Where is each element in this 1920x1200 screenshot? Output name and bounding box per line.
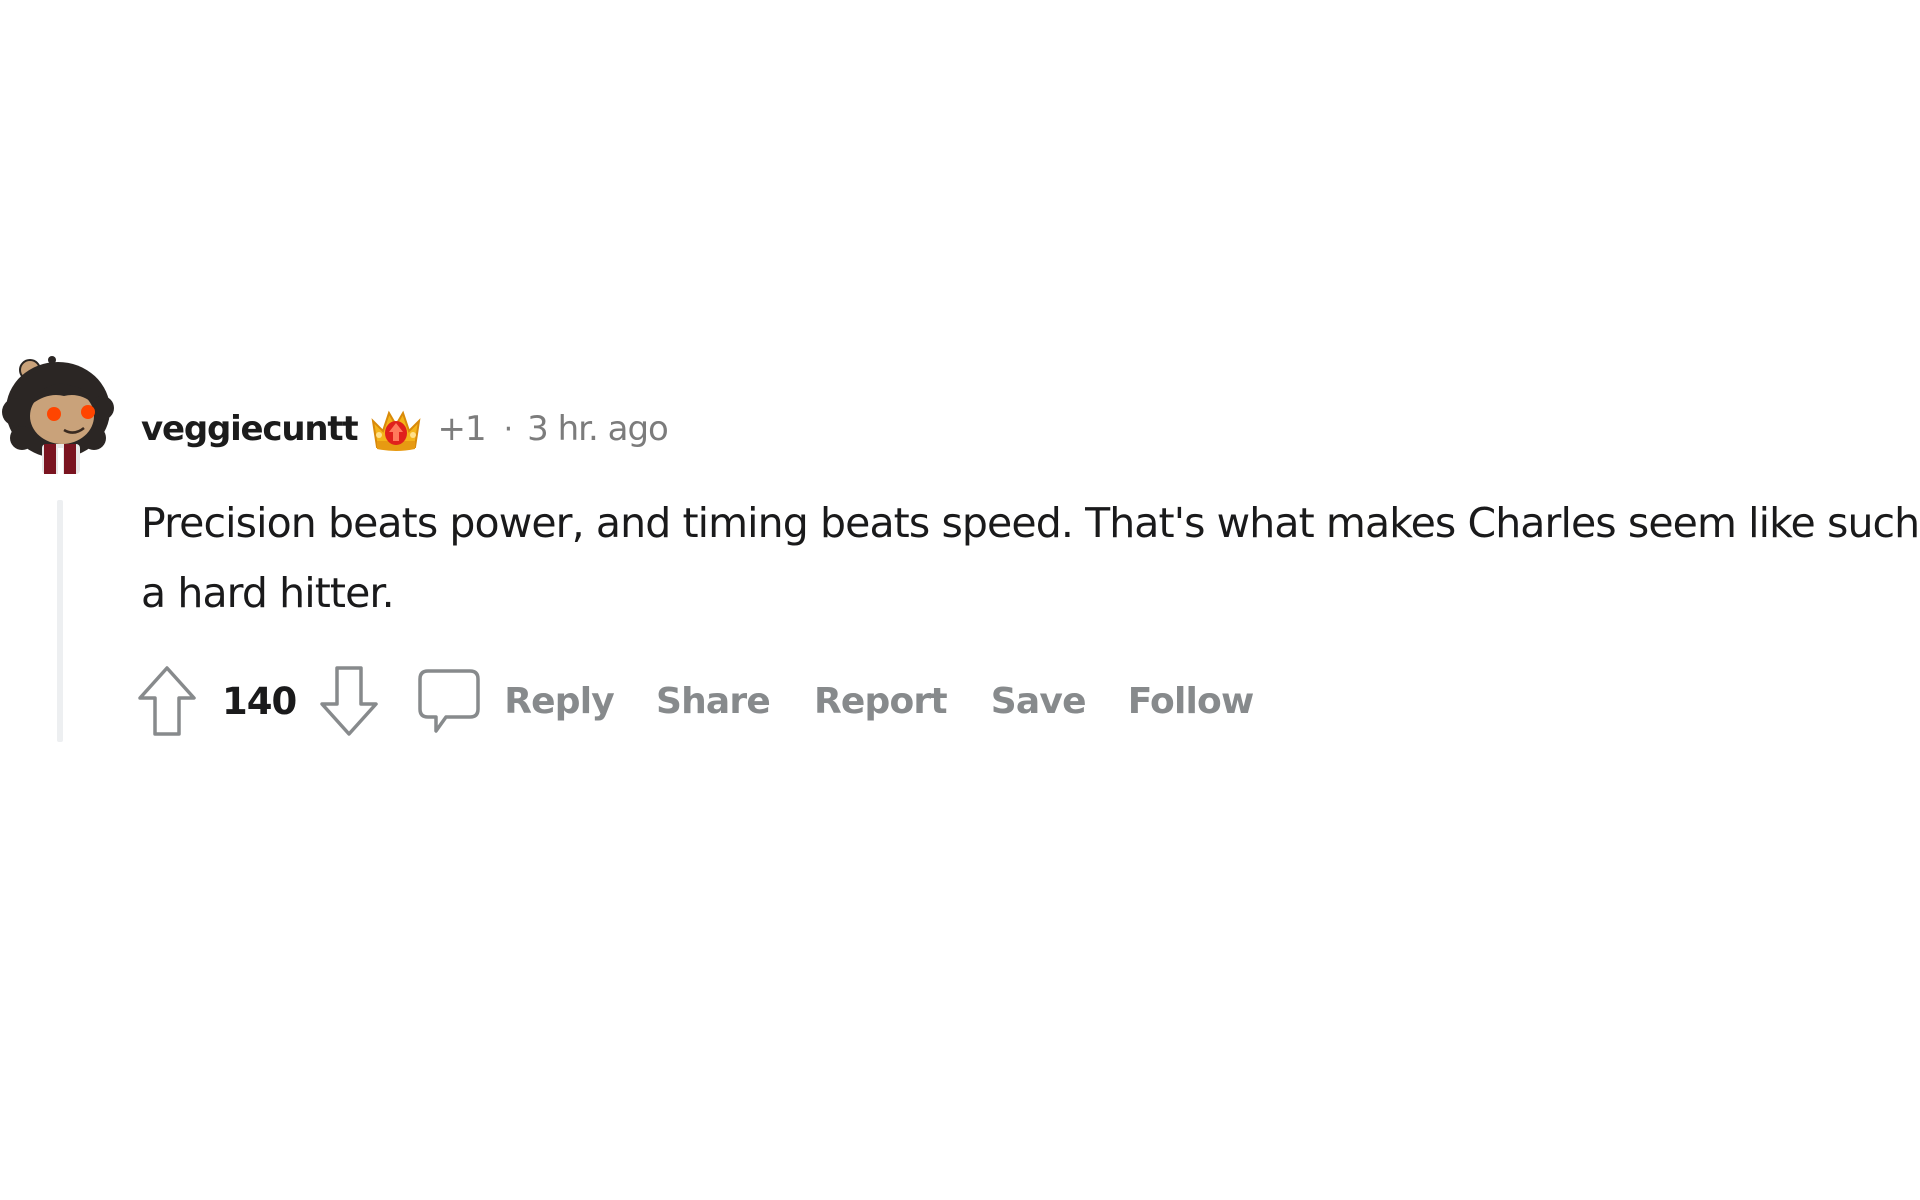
meta-separator: ·	[503, 411, 514, 447]
comment-timestamp[interactable]: 3 hr. ago	[527, 409, 669, 449]
avatar[interactable]	[2, 352, 114, 476]
upvote-arrow-icon[interactable]	[136, 664, 198, 738]
award-count[interactable]: +1	[437, 409, 486, 449]
vote-score: 140	[222, 679, 297, 723]
comment-meta: veggiecuntt +1 · 3 hr. ago	[141, 404, 669, 454]
reply-button[interactable]: Reply	[504, 681, 615, 722]
comment-body: Precision beats power, and timing beats …	[141, 499, 1920, 617]
username-link[interactable]: veggiecuntt	[141, 409, 359, 449]
thread-collapse-line[interactable]	[57, 500, 63, 742]
snoo-avatar-icon	[2, 356, 114, 474]
comment-bubble-icon[interactable]	[416, 667, 482, 735]
save-button[interactable]: Save	[991, 681, 1087, 722]
report-button[interactable]: Report	[814, 681, 948, 722]
crown-award-icon[interactable]	[369, 405, 423, 453]
share-button[interactable]: Share	[656, 681, 771, 722]
comment: veggiecuntt +1 · 3 hr. ago Precision bea…	[0, 0, 1920, 1200]
comment-action-bar: 140 Reply Share Report Save Follow	[136, 662, 1255, 740]
downvote-arrow-icon[interactable]	[318, 664, 380, 738]
follow-button[interactable]: Follow	[1128, 681, 1255, 722]
